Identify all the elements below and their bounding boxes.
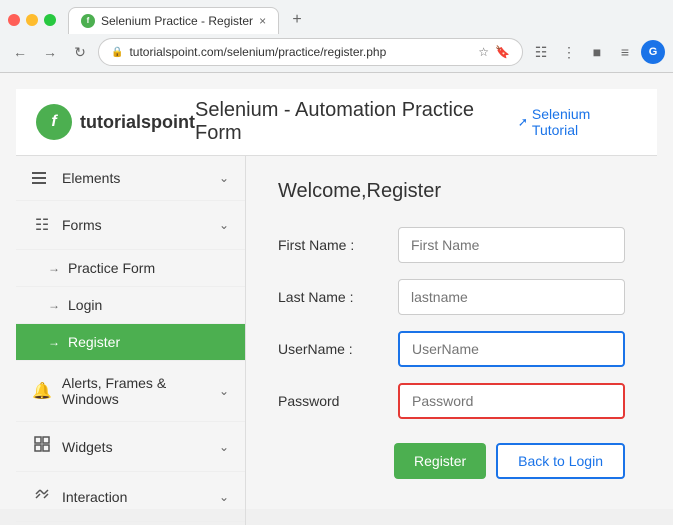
- password-label: Password: [278, 393, 398, 409]
- traffic-lights: [8, 14, 56, 26]
- sub-item-practice-form-label: Practice Form: [68, 260, 155, 276]
- content-area: Welcome,Register First Name : Last Name …: [246, 156, 657, 525]
- back-button[interactable]: ←: [8, 40, 32, 64]
- lastname-label: Last Name :: [278, 289, 398, 305]
- forms-chevron-icon: ⌄: [219, 218, 229, 232]
- widgets-chevron-icon: ⌄: [219, 440, 229, 454]
- sub-item-login[interactable]: → Login: [16, 287, 245, 324]
- browser-chrome: f Selenium Practice - Register × + ← → ↻…: [0, 0, 673, 73]
- address-bar[interactable]: 🔒 tutorialspoint.com/selenium/practice/r…: [98, 38, 523, 66]
- logo-regular: tutorials: [80, 112, 151, 132]
- logo-text: tutorialspoint: [80, 112, 195, 133]
- traffic-light-yellow[interactable]: [26, 14, 38, 26]
- interaction-icon: [32, 486, 52, 507]
- external-link-icon: ➚: [518, 115, 528, 129]
- page-title: Selenium - Automation Practice Form: [195, 99, 518, 145]
- password-input[interactable]: [398, 383, 625, 419]
- page-content: f tutorialspoint Selenium - Automation P…: [0, 73, 673, 509]
- password-row: Password: [278, 383, 625, 419]
- sidebar-item-elements-left: Elements: [32, 170, 120, 186]
- sidebar-item-alerts-left: 🔔 Alerts, Frames & Windows: [32, 375, 219, 407]
- sidebar-widgets-label: Widgets: [62, 439, 113, 455]
- tab-close-button[interactable]: ×: [259, 14, 266, 28]
- login-arrow-icon: →: [48, 298, 60, 312]
- address-right-icons: ☆ 🔖: [478, 45, 510, 59]
- traffic-light-red[interactable]: [8, 14, 20, 26]
- sidebar-interaction-label: Interaction: [62, 489, 127, 505]
- welcome-title: Welcome,Register: [278, 180, 625, 203]
- site-header: f tutorialspoint Selenium - Automation P…: [16, 89, 657, 156]
- forms-icon: ☷: [32, 215, 52, 235]
- elements-chevron-icon: ⌄: [219, 171, 229, 185]
- sidebar-item-alerts[interactable]: 🔔 Alerts, Frames & Windows ⌄: [16, 361, 245, 422]
- username-input[interactable]: [398, 331, 625, 367]
- sub-item-register-label: Register: [68, 334, 120, 350]
- body-area: Elements ⌄ ☷ Forms ⌄ → Practice Form: [16, 156, 657, 525]
- alerts-chevron-icon: ⌄: [219, 384, 229, 398]
- firstname-label: First Name :: [278, 237, 398, 253]
- back-to-login-button[interactable]: Back to Login: [496, 443, 625, 479]
- sidebar-item-forms[interactable]: ☷ Forms ⌄: [16, 201, 245, 250]
- tab-bar: f Selenium Practice - Register × +: [0, 0, 673, 34]
- browser-action-icons: ☷ ⋮ ■ ≡ G: [529, 40, 665, 64]
- forward-button[interactable]: →: [38, 40, 62, 64]
- bookmark-icon[interactable]: 🔖: [495, 45, 510, 59]
- sub-item-practice-form[interactable]: → Practice Form: [16, 250, 245, 287]
- tab-favicon: f: [81, 14, 95, 28]
- menu-icon[interactable]: ⋮: [557, 40, 581, 64]
- sidebar-item-interaction[interactable]: Interaction ⌄: [16, 472, 245, 522]
- address-text: tutorialspoint.com/selenium/practice/reg…: [129, 45, 472, 59]
- selenium-link-text: Selenium Tutorial: [532, 106, 637, 138]
- lock-icon: 🔒: [111, 47, 123, 58]
- logo-icon: f: [36, 104, 72, 140]
- sidebar-forms-label: Forms: [62, 217, 102, 233]
- sidebar-toggle-icon[interactable]: ■: [585, 40, 609, 64]
- address-bar-row: ← → ↻ 🔒 tutorialspoint.com/selenium/prac…: [0, 34, 673, 72]
- register-arrow-icon: →: [48, 335, 60, 349]
- more-icon[interactable]: ≡: [613, 40, 637, 64]
- sidebar-alerts-label: Alerts, Frames & Windows: [62, 375, 219, 407]
- sub-item-login-label: Login: [68, 297, 102, 313]
- sidebar-item-elements[interactable]: Elements ⌄: [16, 156, 245, 201]
- username-row: UserName :: [278, 331, 625, 367]
- firstname-row: First Name :: [278, 227, 625, 263]
- sidebar: Elements ⌄ ☷ Forms ⌄ → Practice Form: [16, 156, 246, 525]
- practice-form-arrow-icon: →: [48, 261, 60, 275]
- sub-item-register[interactable]: → Register: [16, 324, 245, 361]
- logo-bold: point: [151, 112, 195, 132]
- sidebar-item-widgets-left: Widgets: [32, 436, 113, 457]
- reload-button[interactable]: ↻: [68, 40, 92, 64]
- lastname-input[interactable]: [398, 279, 625, 315]
- interaction-chevron-icon: ⌄: [219, 490, 229, 504]
- widgets-icon: [32, 436, 52, 457]
- logo-area: f tutorialspoint: [36, 104, 195, 140]
- extensions-icon[interactable]: ☷: [529, 40, 553, 64]
- lastname-row: Last Name :: [278, 279, 625, 315]
- tab-title: Selenium Practice - Register: [101, 14, 253, 28]
- sidebar-elements-label: Elements: [62, 170, 120, 186]
- new-tab-button[interactable]: +: [283, 6, 311, 34]
- selenium-tutorial-link[interactable]: ➚ Selenium Tutorial: [518, 106, 637, 138]
- active-tab[interactable]: f Selenium Practice - Register ×: [68, 7, 279, 34]
- star-icon[interactable]: ☆: [478, 45, 489, 59]
- elements-icon: [32, 172, 52, 184]
- username-label: UserName :: [278, 341, 398, 357]
- firstname-input[interactable]: [398, 227, 625, 263]
- sidebar-item-forms-left: ☷ Forms: [32, 215, 102, 235]
- profile-icon[interactable]: G: [641, 40, 665, 64]
- sidebar-item-interaction-left: Interaction: [32, 486, 127, 507]
- sidebar-item-widgets[interactable]: Widgets ⌄: [16, 422, 245, 472]
- register-button[interactable]: Register: [394, 443, 486, 479]
- buttons-row: Register Back to Login: [278, 443, 625, 479]
- full-page: f tutorialspoint Selenium - Automation P…: [16, 89, 657, 525]
- alerts-icon: 🔔: [32, 381, 52, 401]
- traffic-light-green[interactable]: [44, 14, 56, 26]
